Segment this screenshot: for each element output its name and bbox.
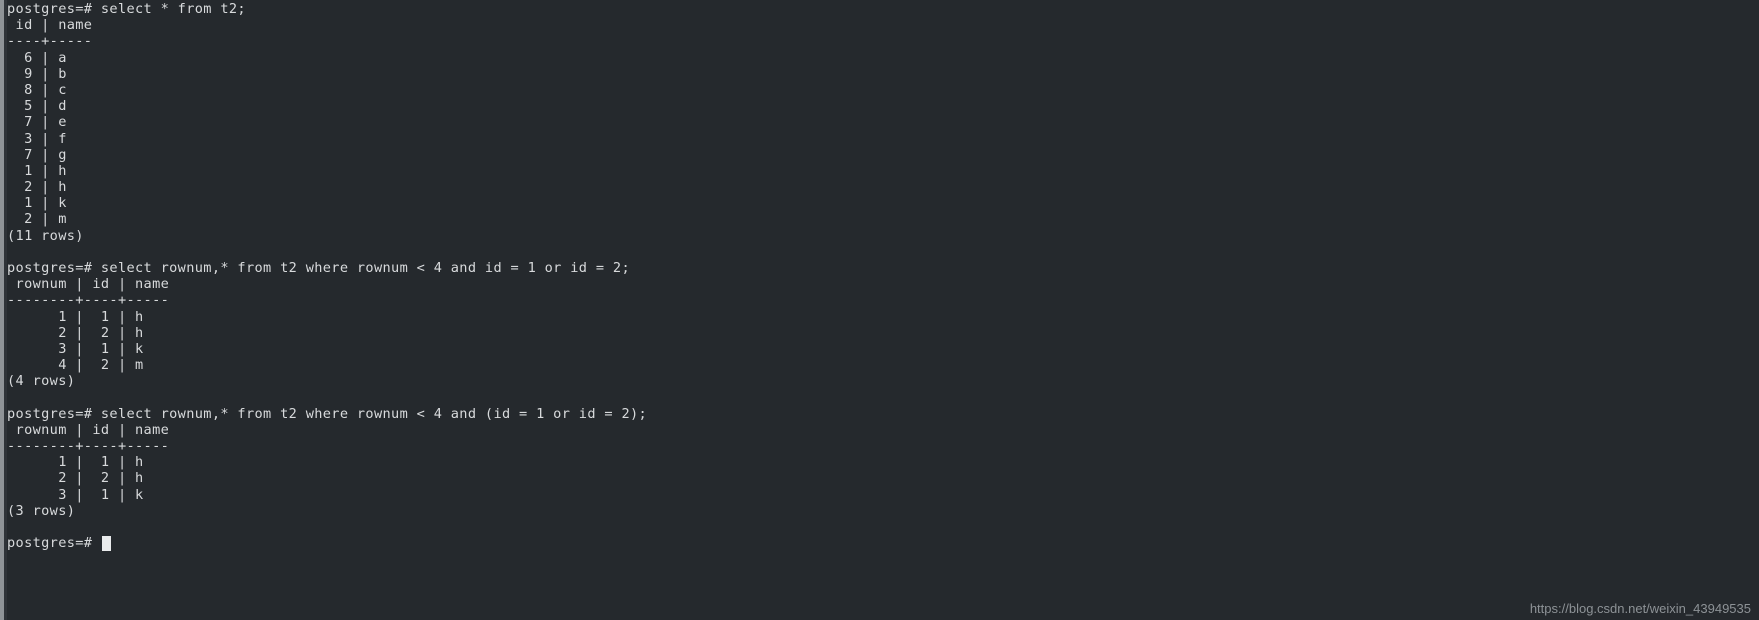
terminal-line: --------+----+----- (7, 438, 170, 455)
command-input-line[interactable]: postgres=# (7, 535, 1759, 551)
terminal-line: 3 | 1 | k (7, 340, 144, 357)
terminal-line: postgres=# select rownum,* from t2 where… (7, 405, 648, 422)
terminal-line: 2 | m (7, 211, 67, 228)
text-cursor (101, 535, 111, 551)
terminal-line: 7 | g (7, 146, 67, 163)
terminal-line: (3 rows) (7, 502, 76, 519)
terminal-line: 7 | e (7, 114, 67, 131)
terminal-line: 2 | h (7, 179, 67, 196)
terminal-line: ----+----- (7, 33, 93, 50)
terminal-line: (11 rows) (7, 227, 84, 244)
terminal-line: id | name (7, 17, 93, 34)
terminal-line: 3 | 1 | k (7, 486, 144, 503)
terminal-line: 1 | 1 | h (7, 308, 144, 325)
terminal-window[interactable]: postgres=# select * from t2; id | name -… (0, 0, 1759, 620)
terminal-line: 9 | b (7, 65, 67, 82)
terminal-output[interactable]: postgres=# select * from t2; id | name -… (7, 0, 1759, 620)
terminal-line: 5 | d (7, 98, 67, 115)
shell-prompt: postgres=# (7, 535, 101, 552)
terminal-line: postgres=# select * from t2; (7, 1, 246, 17)
terminal-line: 2 | 2 | h (7, 324, 144, 341)
terminal-line: 1 | k (7, 195, 67, 212)
terminal-line: postgres=# select rownum,* from t2 where… (7, 260, 630, 276)
terminal-line: 1 | h (7, 162, 67, 179)
terminal-line: 8 | c (7, 81, 67, 98)
terminal-line: rownum | id | name (7, 421, 170, 438)
terminal-line: 1 | 1 | h (7, 454, 144, 471)
terminal-line: (4 rows) (7, 373, 76, 390)
terminal-line: 3 | f (7, 130, 67, 147)
terminal-line: 6 | a (7, 49, 67, 66)
watermark-url: https://blog.csdn.net/weixin_43949535 (1529, 601, 1751, 616)
terminal-line: 4 | 2 | m (7, 357, 144, 374)
terminal-line: --------+----+----- (7, 292, 170, 309)
terminal-line: 2 | 2 | h (7, 470, 144, 487)
terminal-line: rownum | id | name (7, 276, 170, 293)
